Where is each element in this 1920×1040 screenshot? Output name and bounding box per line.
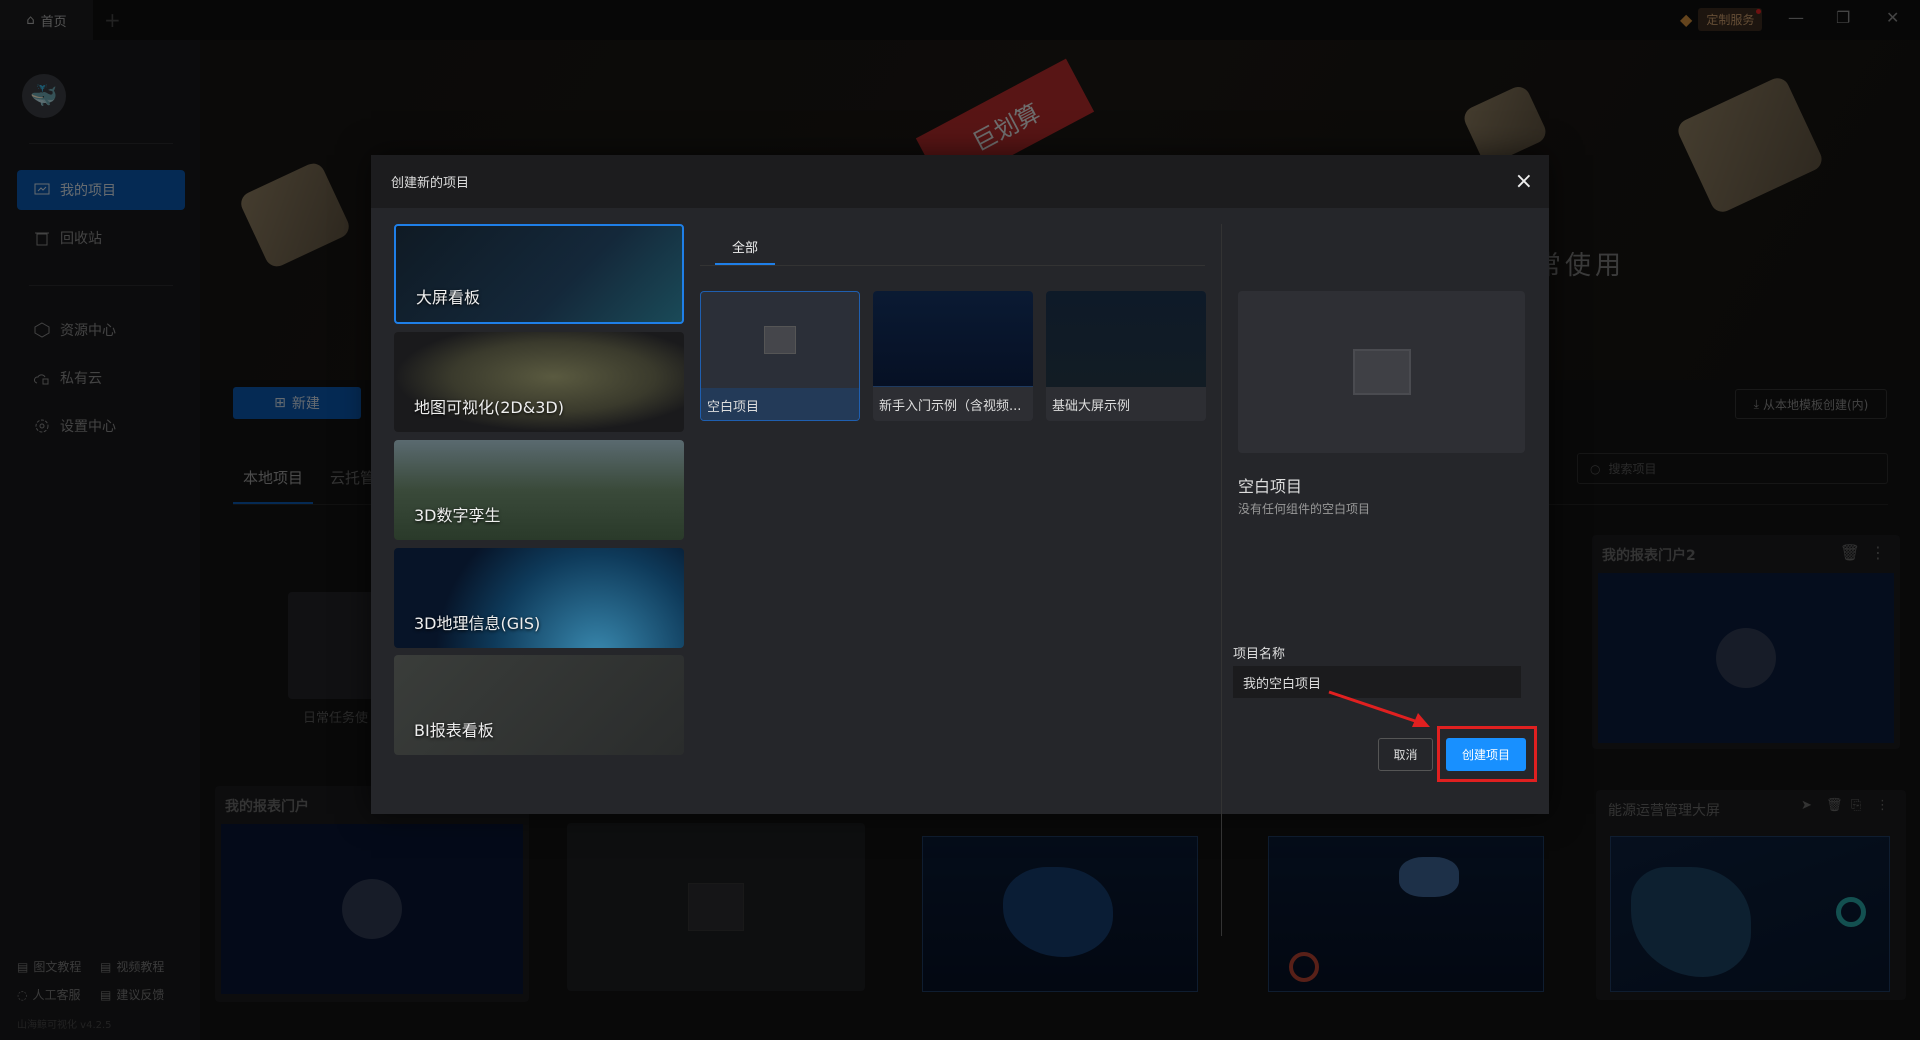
filter-tab-all[interactable]: 全部	[732, 237, 758, 256]
template-thumbnail	[1046, 291, 1206, 387]
blank-project-icon	[764, 326, 796, 354]
preview-title: 空白项目	[1238, 477, 1303, 496]
preview-description: 没有任何组件的空白项目	[1238, 502, 1371, 516]
blank-project-icon	[1352, 349, 1411, 395]
create-project-dialog: 创建新的项目 × 大屏看板 地图可视化(2D&3D) 3D数字孪生 3D地理信息…	[371, 155, 1549, 936]
red-arrow-annotation	[1328, 690, 1430, 727]
dialog-header: 创建新的项目	[371, 155, 1549, 208]
category-map[interactable]: 地图可视化(2D&3D)	[394, 332, 684, 432]
divider	[700, 265, 1205, 266]
category-digital-twin[interactable]: 3D数字孪生	[394, 440, 684, 540]
divider	[1221, 224, 1222, 936]
dialog-title: 创建新的项目	[391, 176, 470, 191]
project-name-label: 项目名称	[1233, 647, 1286, 662]
template-blank[interactable]: 空白项目	[700, 291, 860, 421]
highlight-box	[1437, 726, 1537, 782]
template-basic-screen[interactable]: 基础大屏示例	[1046, 291, 1206, 421]
close-icon[interactable]: ×	[1515, 169, 1533, 194]
template-preview	[1238, 291, 1525, 453]
category-big-screen[interactable]: 大屏看板	[394, 224, 684, 324]
template-thumbnail	[873, 291, 1033, 387]
template-beginner-example[interactable]: 新手入门示例（含视频...	[873, 291, 1033, 421]
category-gis[interactable]: 3D地理信息(GIS)	[394, 548, 684, 648]
cancel-button[interactable]: 取消	[1378, 738, 1433, 771]
category-bi-report[interactable]: BI报表看板	[394, 655, 684, 755]
